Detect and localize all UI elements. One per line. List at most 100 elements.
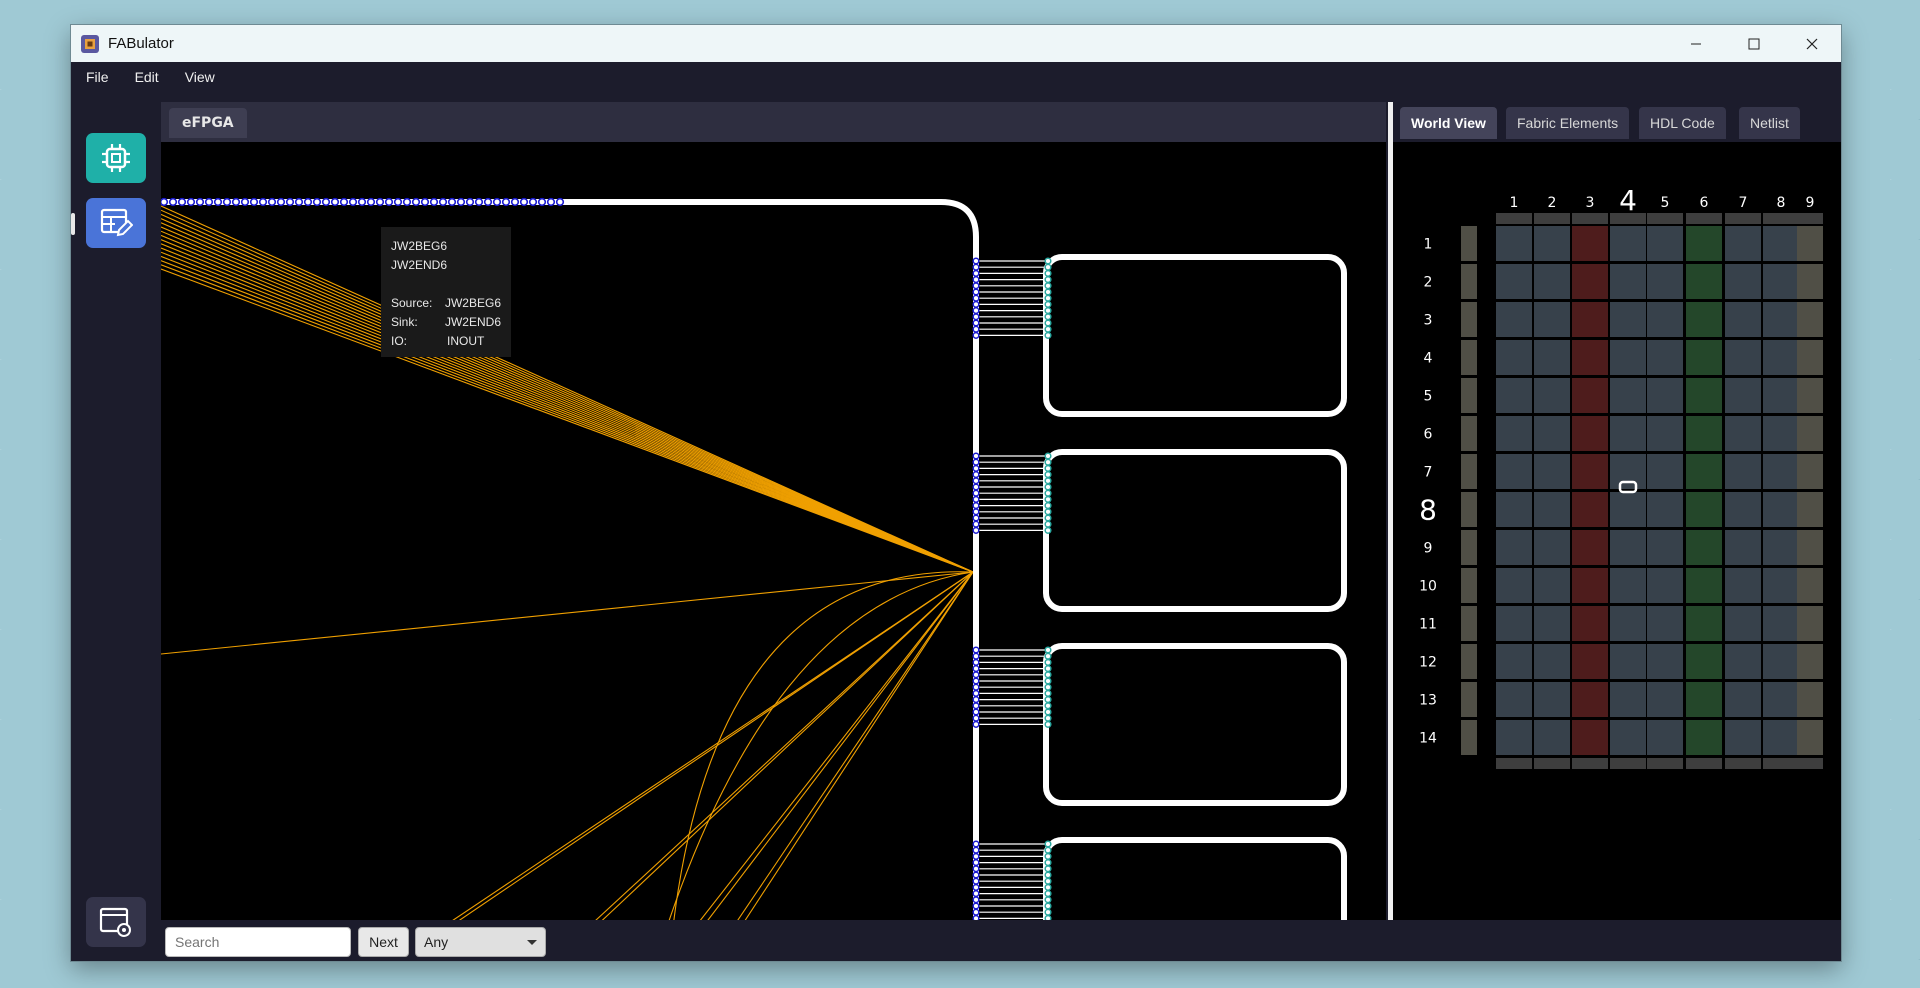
world-tile [1461,454,1477,489]
port-dot [1044,263,1052,271]
port-dot [1044,902,1052,910]
world-tile [1572,720,1608,755]
sidebar-settings-button[interactable] [86,897,146,947]
port-dot [972,319,980,327]
world-tile [1496,264,1532,299]
sidebar [71,92,161,961]
filter-select[interactable]: Any [415,927,546,957]
menu-file[interactable]: File [75,69,120,85]
port-dot [1044,502,1052,510]
search-input[interactable] [165,927,351,957]
world-tile [1686,378,1722,413]
world-column-header: 1 [1510,195,1519,211]
fabric-canvas[interactable]: JW2BEG6 JW2END6 Source: JW2BEG6 Sink: JW2E… [161,142,1386,945]
port-dot [972,464,980,472]
wire [161,205,974,573]
world-tile [1534,226,1570,261]
port-dot [972,477,980,485]
port-dot [492,197,502,207]
port-dot [972,520,980,528]
world-tile [1534,682,1570,717]
world-tile [1797,378,1823,413]
port-dot [1044,307,1052,315]
world-view[interactable]: 1 2 3 4 5 6 7 8 9 1 2 3 4 5 6 7 8 9 10 11 12 13 14 [1393,142,1841,945]
world-tile [1797,416,1823,451]
world-tile [1534,340,1570,375]
wire [415,571,974,945]
port-dot [528,197,538,207]
port-dot [972,840,980,848]
port-dot [1044,514,1052,522]
wire [161,251,974,573]
port-dot [972,458,980,466]
tab-world-view[interactable]: World View [1400,107,1497,139]
menu-view[interactable]: View [174,69,226,85]
world-tile [1686,226,1722,261]
port-dot [222,197,232,207]
port-dot [555,197,565,207]
world-tile [1496,340,1532,375]
port-dot [972,502,980,510]
world-tile [1461,644,1477,679]
menu-edit[interactable]: Edit [124,69,170,85]
port-dot [438,197,448,207]
world-tile [1797,530,1823,565]
port-dot [411,197,421,207]
tooltip-io-label: IO: [391,334,408,348]
world-tile [1763,454,1799,489]
world-tile [1647,682,1683,717]
port-dot [402,197,412,207]
port-dot [168,197,178,207]
tooltip-io-value: INOUT [447,334,485,348]
port-dot [276,197,286,207]
maximize-button[interactable] [1725,25,1783,62]
wire [161,247,974,573]
port-dot [972,883,980,891]
sidebar-fabric-button[interactable] [86,133,146,183]
world-io-tile [1647,213,1683,224]
world-tile [1725,378,1761,413]
tooltip-line2: JW2END6 [391,258,448,272]
world-tile [1572,340,1608,375]
port-dot [972,720,980,728]
close-button[interactable] [1783,25,1841,62]
world-io-tile [1763,758,1799,769]
world-tile [1572,454,1608,489]
app-icon [81,34,99,53]
port-dot [1044,477,1052,485]
port-dot [348,197,358,207]
port-dot [1044,452,1052,460]
world-column-header: 6 [1700,195,1709,211]
world-tile [1647,492,1683,527]
world-tile [1725,682,1761,717]
world-io-tile [1610,213,1646,224]
port-dot [972,483,980,491]
world-tile [1763,378,1799,413]
world-tile [1572,682,1608,717]
world-tile [1647,226,1683,261]
tab-fabric-elements[interactable]: Fabric Elements [1506,107,1630,139]
tab-hdl-code[interactable]: HDL Code [1639,107,1726,139]
world-tile [1610,682,1646,717]
tab-efpga[interactable]: eFPGA [169,108,247,138]
world-tile [1725,454,1761,489]
port-dot [321,197,331,207]
tab-netlist[interactable]: Netlist [1739,107,1800,139]
port-dot [972,489,980,497]
minimize-button[interactable] [1667,25,1725,62]
port-dot [1044,294,1052,302]
world-tile [1610,606,1646,641]
world-tile [1725,644,1761,679]
next-button[interactable]: Next [358,927,409,957]
world-tile [1686,264,1722,299]
world-tile [1461,606,1477,641]
port-dot [240,197,250,207]
port-dot [972,677,980,685]
world-tile [1763,530,1799,565]
port-dot [972,307,980,315]
sidebar-editor-button[interactable] [86,198,146,248]
world-io-tile [1496,213,1532,224]
port-dot [972,846,980,854]
world-column-header: 2 [1548,195,1557,211]
world-tile [1610,530,1646,565]
